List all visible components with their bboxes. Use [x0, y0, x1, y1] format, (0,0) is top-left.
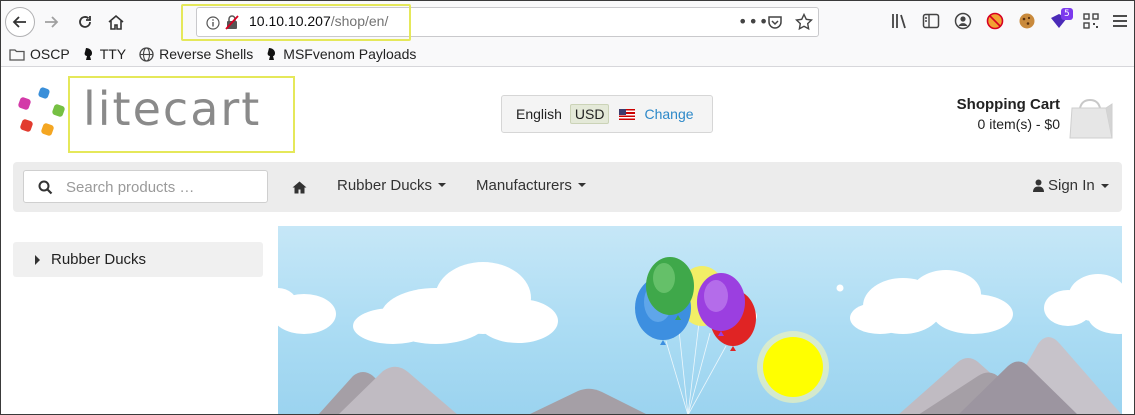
- search-input[interactable]: [66, 177, 256, 197]
- us-flag-icon: [619, 108, 636, 120]
- shopping-bag-icon[interactable]: [1068, 98, 1114, 140]
- category-rubber-ducks[interactable]: Rubber Ducks: [13, 242, 263, 277]
- balloons-illustration: [278, 257, 1122, 415]
- home-button[interactable]: [103, 9, 129, 35]
- home-icon: [108, 14, 124, 30]
- account-icon[interactable]: [953, 11, 973, 31]
- browser-toolbar: 10.10.10.207/shop/en/ ••• 5 OSCP TTY Rev…: [0, 0, 1135, 67]
- forward-button[interactable]: [38, 9, 64, 35]
- main-navbar: Rubber Ducks Manufacturers Sign In: [13, 162, 1122, 212]
- page-actions-menu-icon[interactable]: •••: [738, 12, 769, 31]
- blocked-content-icon[interactable]: [985, 11, 1005, 31]
- back-arrow-icon: [12, 16, 26, 28]
- region-selector[interactable]: English USD Change: [501, 95, 713, 133]
- language-label: English: [516, 106, 562, 122]
- folder-icon: [9, 48, 25, 61]
- sidebar-toggle-icon[interactable]: [921, 11, 941, 31]
- litecart-logo-dots[interactable]: [15, 86, 75, 138]
- bookmarks-toolbar: OSCP TTY Reverse Shells MSFvenom Payload…: [0, 43, 1135, 65]
- caret-down-icon: [1100, 183, 1109, 188]
- bookmark-label: Reverse Shells: [159, 46, 254, 62]
- forward-arrow-icon: [45, 16, 59, 28]
- web-page: litecart English USD Change Shopping Car…: [0, 68, 1135, 415]
- nav-label: Manufacturers: [476, 177, 572, 194]
- caret-down-icon: [577, 183, 586, 187]
- library-icon[interactable]: [890, 11, 910, 31]
- cart-title: Shopping Cart: [956, 96, 1060, 113]
- back-button[interactable]: [5, 7, 35, 37]
- extension-badge: 5: [1061, 8, 1073, 20]
- bookmark-oscp[interactable]: OSCP: [9, 46, 70, 62]
- cart-count: 0 item(s) - $0: [977, 116, 1060, 132]
- hero-banner[interactable]: [278, 226, 1122, 415]
- caret-down-icon: [438, 183, 447, 187]
- hamburger-menu-icon[interactable]: [1110, 11, 1130, 31]
- nav-rubber-ducks[interactable]: Rubber Ducks: [337, 177, 447, 194]
- cookie-icon[interactable]: [1017, 11, 1037, 31]
- search-icon: [38, 180, 53, 199]
- user-icon: [1033, 179, 1044, 192]
- bookmark-label: MSFvenom Payloads: [283, 46, 417, 62]
- bookmark-star-icon[interactable]: [794, 12, 814, 35]
- url-highlight-annotation: [181, 4, 411, 41]
- sign-in-label: Sign In: [1048, 177, 1095, 194]
- nav-manufacturers[interactable]: Manufacturers: [476, 177, 586, 194]
- bookmark-tty[interactable]: TTY: [83, 46, 126, 62]
- bookmark-label: OSCP: [30, 46, 70, 62]
- qr-code-icon[interactable]: [1081, 11, 1101, 31]
- sign-in-menu[interactable]: Sign In: [1033, 177, 1109, 194]
- search-box[interactable]: [23, 170, 268, 203]
- change-region-link[interactable]: Change: [644, 106, 693, 122]
- reload-icon: [79, 16, 91, 28]
- kali-icon: [83, 47, 95, 61]
- home-nav-icon[interactable]: [292, 179, 307, 198]
- shopping-cart-summary[interactable]: Shopping Cart 0 item(s) - $0: [900, 96, 1060, 132]
- reload-button[interactable]: [72, 9, 98, 35]
- site-logo[interactable]: litecart: [83, 82, 261, 136]
- globe-icon: [139, 46, 154, 62]
- caret-right-icon: [35, 254, 40, 265]
- category-label: Rubber Ducks: [51, 251, 147, 268]
- bookmark-label: TTY: [99, 46, 127, 62]
- nav-label: Rubber Ducks: [337, 177, 433, 194]
- currency-badge: USD: [569, 104, 610, 124]
- kali-icon: [266, 47, 278, 61]
- bookmark-msfvenom-payloads[interactable]: MSFvenom Payloads: [266, 46, 416, 62]
- bookmark-reverse-shells[interactable]: Reverse Shells: [139, 46, 253, 62]
- pocket-icon[interactable]: [767, 14, 783, 34]
